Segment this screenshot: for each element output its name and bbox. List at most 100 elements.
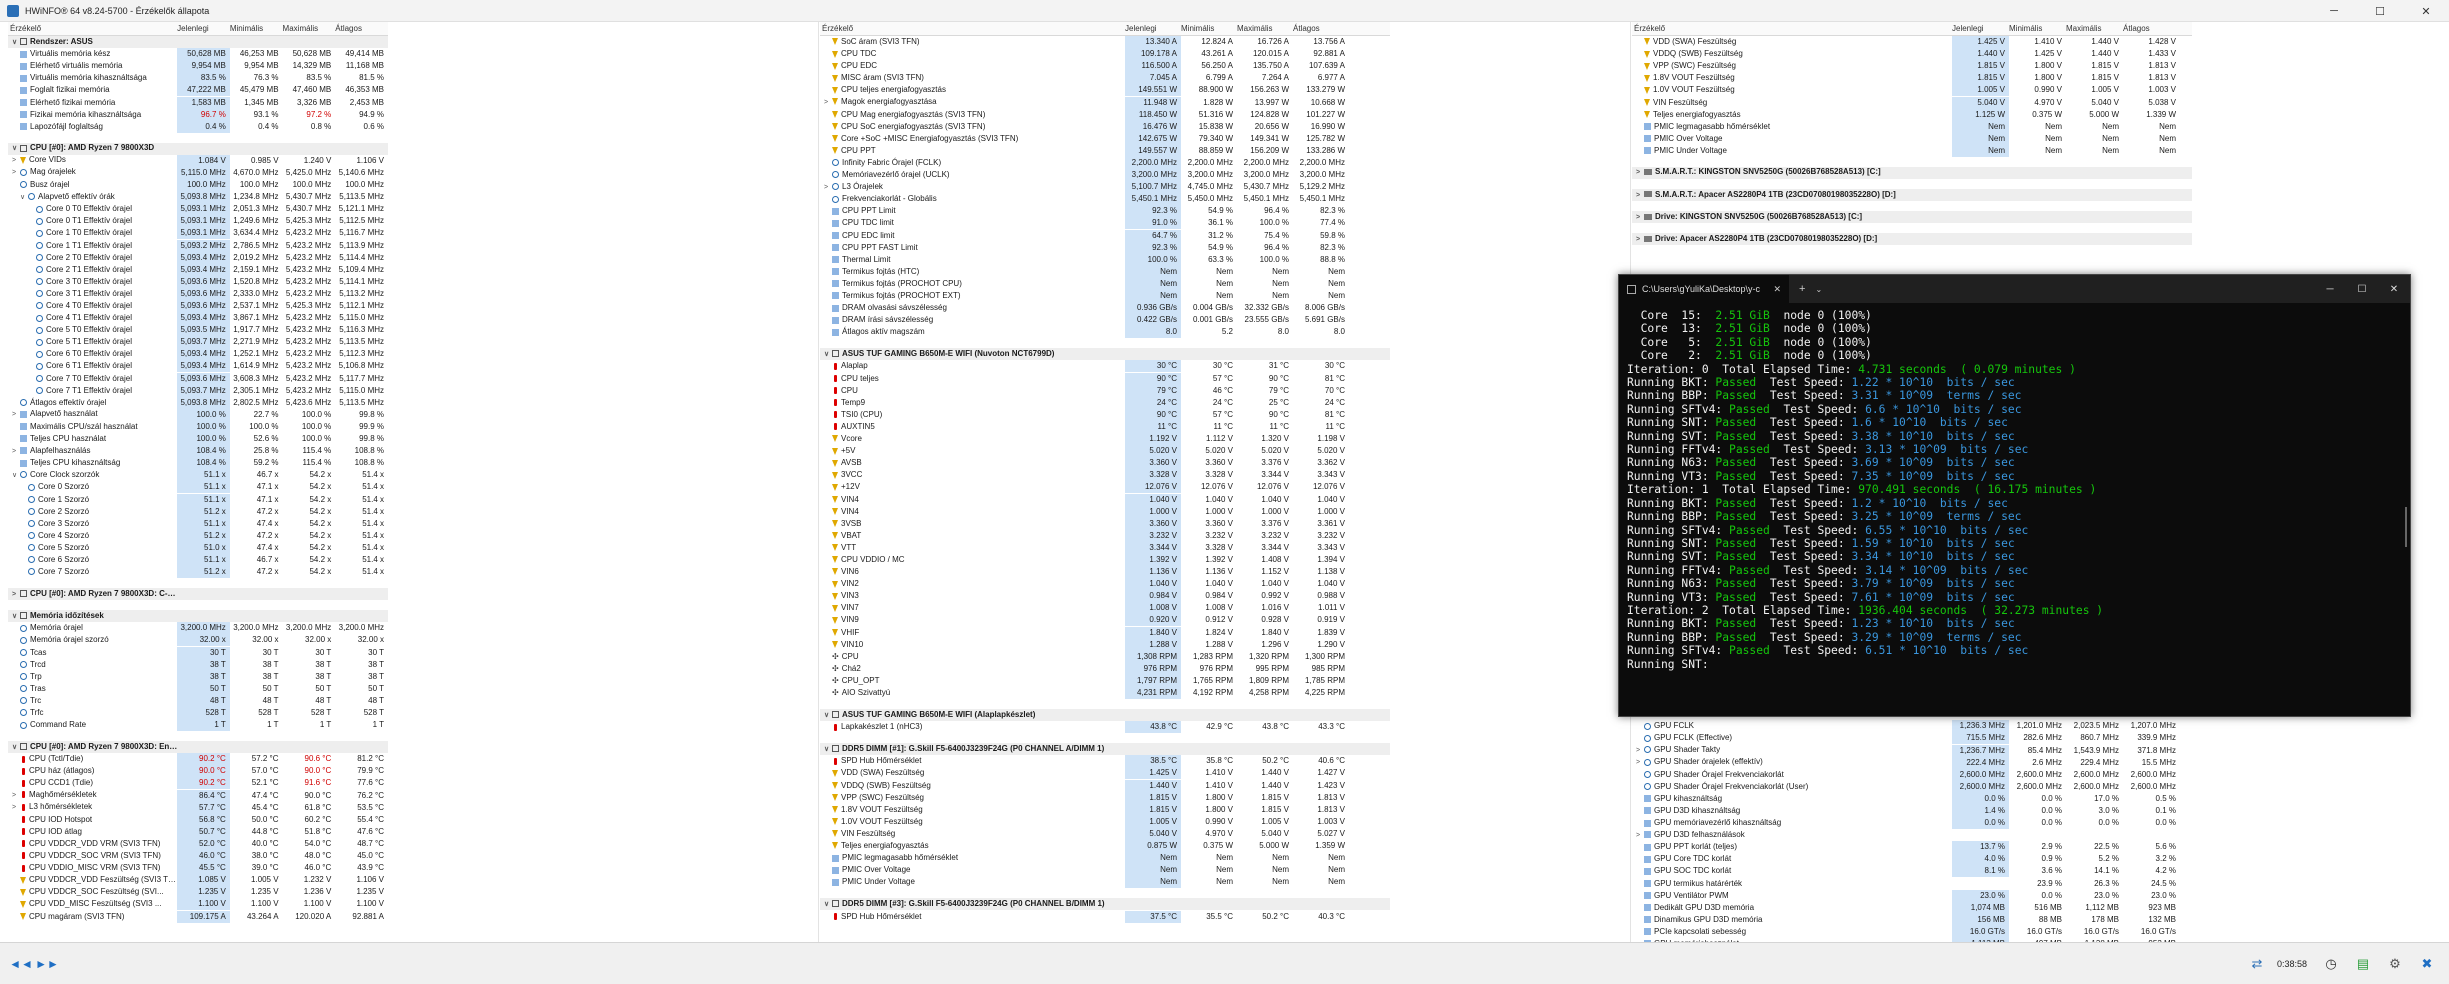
sensor-row[interactable]: CPU teljes 90 °C 57 °C 90 °C 81 °C <box>820 372 1390 385</box>
sensor-row[interactable]: Core 2 T1 Effektív órajel 5,093.4 MHz 2,15… <box>8 263 388 276</box>
sensor-row[interactable]: Fizikai memória kihasználtsága 96.7 % 93.1… <box>8 108 388 121</box>
log-icon[interactable]: ▤ <box>2351 953 2375 975</box>
sensor-row[interactable]: Core 4 T0 Effektív órajel 5,093.6 MHz 2,53… <box>8 300 388 313</box>
sensor-row[interactable]: +12V 12.076 V 12.076 V 12.076 V 12.076 V <box>820 481 1390 494</box>
terminal-scrollbar[interactable] <box>2405 507 2407 547</box>
sensor-row[interactable]: Termikus fojtás (PROCHOT EXT) Nem Nem Nem Ne… <box>820 290 1390 303</box>
sensor-row[interactable]: Core 7 Szorzó 51.2 x 47.2 x 54.2 x 51.4 x <box>8 566 388 579</box>
sensor-row[interactable]: Core 5 T0 Effektív órajel 5,093.5 MHz 1,91… <box>8 324 388 337</box>
sensor-row[interactable]: Átlagos aktív magszám 8.0 5.2 8.0 8.0 <box>820 326 1390 339</box>
sensor-row[interactable]: VIN4 1.040 V 1.040 V 1.040 V 1.040 V <box>820 493 1390 506</box>
sensor-row[interactable]: Core 7 T0 Effektív órajel 5,093.6 MHz 3,60… <box>8 372 388 385</box>
sensor-row[interactable]: CPU VDDCR_SOC Feszültség (SVI... 1.235 V1… <box>8 886 388 899</box>
sensor-row[interactable]: Tras 50 T 50 T 50 T 50 T <box>8 682 388 695</box>
collapse-chevron-icon[interactable]: > <box>824 182 832 194</box>
sensor-row[interactable]: Teljes CPU használat 100.0 % 52.6 % 100.0 %… <box>8 433 388 446</box>
network-icon[interactable]: ⇄ <box>2245 953 2269 975</box>
terminal-output[interactable]: Core 15: 2.51 GiB node 0 (100%) Core 13:… <box>1619 303 2410 677</box>
sensor-row[interactable]: VIN10 1.288 V 1.288 V 1.296 V 1.290 V <box>820 638 1390 651</box>
sensor-row[interactable]: VDDQ (SWB) Feszültség 1.440 V 1.425 V 1.440… <box>1632 48 2192 61</box>
collapse-chevron-icon[interactable]: > <box>824 97 832 109</box>
sensor-row[interactable]: 1.0V VOUT Feszültség 1.005 V 0.990 V 1.005 … <box>1632 84 2192 97</box>
clock-icon[interactable]: ◷ <box>2319 953 2343 975</box>
sensor-group-header[interactable]: ∨ Rendszer: ASUS <box>8 36 388 49</box>
sensor-row[interactable]: VIN Feszültség 5.040 V 4.970 V 5.040 V 5.027… <box>820 827 1390 840</box>
sensor-row[interactable]: Termikus fojtás (PROCHOT CPU) Nem Nem Nem Ne… <box>820 277 1390 290</box>
collapse-chevron-icon[interactable]: > <box>1636 830 1644 842</box>
sensor-row[interactable]: CPU VDDIO_MISC VRM (SVI3 TFN) 45.5 °C 39.0… <box>8 862 388 875</box>
sensor-row[interactable]: CPU VDDCR_VDD Feszültség (SVI3 TFN) 1.085… <box>8 874 388 887</box>
sensor-row[interactable]: VPP (SWC) Feszültség 1.815 V 1.800 V 1.815 … <box>1632 60 2192 73</box>
sensor-row[interactable]: SPD Hub Hőmérséklet 37.5 °C 35.5 °C 50.2 °C… <box>820 910 1390 923</box>
terminal-tab[interactable]: C:\Users\gYuliKa\Desktop\y-c ✕ <box>1619 275 1789 303</box>
column-header-max[interactable]: Maximális <box>283 24 336 33</box>
sensor-group-header[interactable]: > S.M.A.R.T.: Apacer AS2280P4 1TB (23CD07… <box>1632 189 2192 202</box>
sensor-row[interactable]: Vcore 1.192 V 1.112 V 1.320 V 1.198 V <box>820 433 1390 446</box>
sensor-row[interactable]: Core 0 T1 Effektív órajel 5,093.1 MHz 1,24… <box>8 215 388 228</box>
sensor-row[interactable]: CPU EDC limit 64.7 % 31.2 % 75.4 % 59.8 % <box>820 229 1390 242</box>
sensor-row[interactable]: Core 1 Szorzó 51.1 x 47.1 x 54.2 x 51.4 x <box>8 493 388 506</box>
expand-chevron-icon[interactable]: ∨ <box>824 710 832 722</box>
sensor-row[interactable]: VIN Feszültség 5.040 V 4.970 V 5.040 V 5.038… <box>1632 96 2192 109</box>
sensor-row[interactable]: PCIe kapcsolati sebesség 16.0 GT/s 16.0 GT… <box>1632 925 2192 938</box>
sensor-row[interactable]: VDDQ (SWB) Feszültség 1.440 V 1.410 V 1.440… <box>820 779 1390 792</box>
expand-chevron-icon[interactable]: ∨ <box>20 192 28 204</box>
sensor-row[interactable]: Core 1 T0 Effektív órajel 5,093.1 MHz 3,63… <box>8 227 388 240</box>
sensor-row[interactable]: Alaplap 30 °C 30 °C 31 °C 30 °C <box>820 360 1390 373</box>
sensor-row[interactable]: CPU (Tctl/Tdie) 90.2 °C 57.2 °C 90.6 °C 81.2… <box>8 753 388 766</box>
sensor-group-header[interactable]: > Drive: KINGSTON SNV5250G (50026B768528A… <box>1632 211 2192 224</box>
expand-chevron-icon[interactable]: ∨ <box>12 470 20 482</box>
terminal-window[interactable]: C:\Users\gYuliKa\Desktop\y-c ✕ + ⌄ ─ ☐ ✕… <box>1618 274 2411 717</box>
sensor-group-header[interactable]: ∨ ASUS TUF GAMING B650M-E WIFI (Alaplapké… <box>820 709 1390 722</box>
collapse-chevron-icon[interactable]: > <box>1636 190 1644 202</box>
sensor-group-header[interactable]: ∨ CPU [#0]: AMD Ryzen 7 9800X3D <box>8 142 388 155</box>
sensor-row[interactable]: > GPU D3D felhasználások <box>1632 829 2192 841</box>
sensor-row[interactable]: MISC áram (SVI3 TFN) 7.045 A 6.799 A 7.264 … <box>820 72 1390 85</box>
sensor-row[interactable]: PMIC Over Voltage Nem Nem Nem Nem <box>1632 132 2192 145</box>
sensor-row[interactable]: ∨ Alapvető effektív órák 5,093.8 MHz 1,234.… <box>8 191 388 204</box>
sensor-row[interactable]: VIN7 1.008 V 1.008 V 1.016 V 1.011 V <box>820 602 1390 615</box>
sensor-row[interactable]: GPU Shader Órajel Frekvenciakorlát (User… <box>1632 780 2192 793</box>
minimize-icon[interactable]: ─ <box>2311 0 2357 22</box>
column-header-min[interactable]: Minimális <box>2009 24 2066 33</box>
sensor-row[interactable]: GPU D3D kihasználtság 1.4 % 0.0 % 3.0 % 0.1 … <box>1632 805 2192 818</box>
sensor-row[interactable]: TSI0 (CPU) 90 °C 57 °C 90 °C 81 °C <box>820 408 1390 421</box>
collapse-chevron-icon[interactable]: > <box>12 802 20 814</box>
terminal-close-icon[interactable]: ✕ <box>2378 275 2410 303</box>
collapse-chevron-icon[interactable]: > <box>1636 234 1644 246</box>
sensor-row[interactable]: Core 2 T0 Effektív órajel 5,093.4 MHz 2,01… <box>8 251 388 264</box>
sensor-row[interactable]: Trfc 528 T 528 T 528 T 528 T <box>8 707 388 720</box>
sensor-row[interactable]: CPU CCD1 (Tdie) 90.2 °C 52.1 °C 91.6 °C 77.6… <box>8 777 388 790</box>
sensor-row[interactable]: VIN4 1.000 V 1.000 V 1.000 V 1.000 V <box>820 505 1390 518</box>
maximize-icon[interactable]: ☐ <box>2357 0 2403 22</box>
sensor-row[interactable]: Virtuális memória kihasználtsága 83.5 % 76… <box>8 72 388 85</box>
sensor-row[interactable]: Elérhető fizikai memória 1,583 MB 1,345 MB… <box>8 96 388 109</box>
sensor-group-header[interactable]: ∨ DDR5 DIMM [#1]: G.Skill F5-6400J3239F24… <box>820 743 1390 756</box>
expand-chevron-icon[interactable]: ∨ <box>824 744 832 756</box>
column-header-max[interactable]: Maximális <box>1237 24 1293 33</box>
sensor-row[interactable]: PMIC legmagasabb hőmérséklet Nem Nem Nem Nem <box>1632 120 2192 133</box>
sensor-row[interactable]: GPU Core TDC korlát 4.0 % 0.9 % 5.2 % 3.2 % <box>1632 853 2192 866</box>
collapse-chevron-icon[interactable]: > <box>12 589 20 601</box>
sensor-row[interactable]: GPU Shader Órajel Frekvenciakorlát 2,600.… <box>1632 768 2192 781</box>
sensor-row[interactable]: DRAM írási sávszélesség 0.422 GB/s 0.001 G… <box>820 314 1390 327</box>
column-header-min[interactable]: Minimális <box>1181 24 1237 33</box>
expand-chevron-icon[interactable]: ∨ <box>12 611 20 623</box>
sensor-row[interactable]: Core 3 T0 Effektív órajel 5,093.6 MHz 1,52… <box>8 275 388 288</box>
sensor-row[interactable]: Core 4 Szorzó 51.2 x 47.2 x 54.2 x 51.4 x <box>8 529 388 542</box>
sensor-row[interactable]: > Alapfelhasználás 108.4 % 25.8 % 115.4 % 108… <box>8 445 388 458</box>
column-header-name[interactable]: Érzékelő <box>1632 24 1952 33</box>
sensor-group-header[interactable]: ∨CPU [#0]: AMD Ryzen 7 9800X3D: Enhanced <box>8 741 388 754</box>
sensor-row[interactable]: CPU VDDIO / MC 1.392 V 1.392 V 1.408 V 1.394… <box>820 553 1390 566</box>
sensor-row[interactable]: CPU VDDCR_VDD VRM (SVI3 TFN) 52.0 °C 40.0 … <box>8 837 388 850</box>
terminal-minimize-icon[interactable]: ─ <box>2314 275 2346 303</box>
sensor-row[interactable]: Átlagos effektív órajel 5,093.8 MHz 2,802.… <box>8 396 388 409</box>
sensor-row[interactable]: CPU IOD Hotspot 56.8 °C 50.0 °C 60.2 °C 55.4… <box>8 813 388 826</box>
sensor-row[interactable]: VIN2 1.040 V 1.040 V 1.040 V 1.040 V <box>820 578 1390 591</box>
sensor-row[interactable]: Dedikált GPU D3D memória 1,074 MB 516 MB 1,… <box>1632 901 2192 914</box>
sensor-row[interactable]: > Mag órajelek 5,115.0 MHz 4,670.0 MHz 5,425… <box>8 166 388 179</box>
sensor-row[interactable]: Maximális CPU/szál használat 100.0 % 100.0… <box>8 420 388 433</box>
sensor-row[interactable]: Core 6 T1 Effektív órajel 5,093.4 MHz 1,61… <box>8 360 388 373</box>
sensor-row[interactable]: PMIC legmagasabb hőmérséklet Nem Nem Nem Nem <box>820 852 1390 865</box>
sensor-row[interactable]: CPU teljes energiafogyasztás 149.551 W 88.… <box>820 84 1390 97</box>
